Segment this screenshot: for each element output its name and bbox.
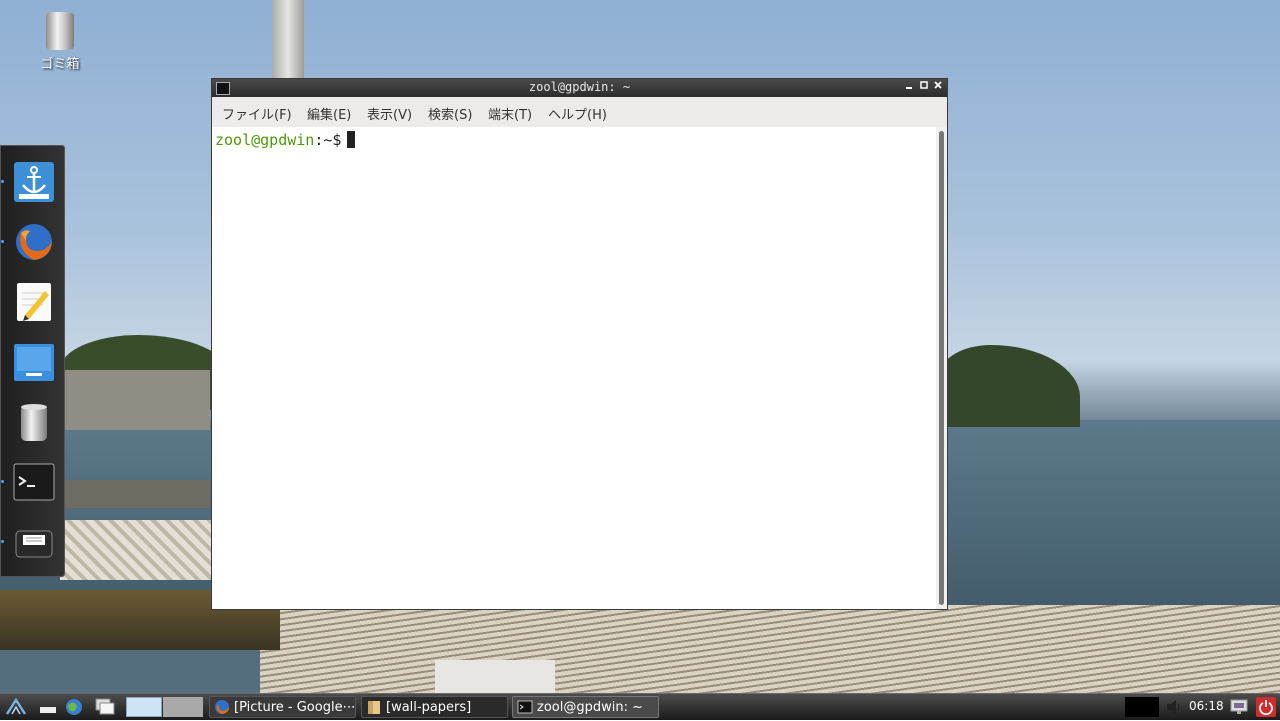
minimize-button[interactable]	[902, 80, 916, 95]
prompt-suffix: :~$	[314, 131, 342, 149]
web-browser-launcher[interactable]	[63, 697, 85, 717]
menu-help[interactable]: ヘルプ(H)	[548, 104, 607, 123]
wallpaper-roof	[260, 605, 1280, 700]
prompt-user-host: zool@gpdwin	[215, 131, 315, 149]
task-file-manager-label: [wall-papers]	[386, 700, 472, 715]
terminal-icon	[13, 463, 55, 501]
trash-icon	[21, 404, 47, 441]
dock-item-text-editor[interactable]	[13, 281, 55, 323]
task-terminal[interactable]: zool@gpdwin: ~	[512, 696, 659, 718]
window-icon	[14, 344, 54, 381]
wallpaper-roof-left	[60, 520, 220, 580]
windows-icon	[95, 698, 115, 715]
clock[interactable]: 06:18	[1189, 699, 1224, 713]
menu-view[interactable]: 表示(V)	[367, 104, 412, 123]
task-browser-label: [Picture - Google⋯	[234, 700, 356, 715]
desktop-trash[interactable]: ゴミ箱	[28, 12, 92, 72]
task-terminal-label: zool@gpdwin: ~	[537, 700, 643, 715]
maximize-icon	[920, 81, 928, 89]
close-icon	[934, 81, 942, 89]
task-browser[interactable]: [Picture - Google⋯	[209, 696, 356, 718]
folder-icon	[368, 701, 380, 714]
minimize-icon	[906, 87, 912, 89]
firefox-icon	[16, 224, 52, 260]
running-indicator	[1, 480, 4, 483]
taskbar: [Picture - Google⋯ [wall-papers] zool@gp…	[0, 693, 1280, 720]
dock-item-terminal[interactable]	[1, 461, 55, 503]
wallpaper-hill-right	[940, 345, 1080, 427]
menu-bar: ファイル(F) 編集(E) 表示(V) 検索(S) 端末(T) ヘルプ(H)	[212, 97, 947, 128]
text-editor-icon	[17, 283, 51, 321]
menu-search[interactable]: 検索(S)	[428, 104, 472, 123]
shell-prompt: zool@gpdwin:~$	[215, 131, 356, 149]
dock-item-window[interactable]	[13, 341, 55, 383]
wallpaper-town	[60, 370, 210, 430]
speaker-icon	[1167, 700, 1180, 714]
firefox-icon	[215, 700, 229, 714]
dock-item-printer[interactable]	[1, 521, 55, 563]
start-menu-button[interactable]	[4, 697, 30, 717]
terminal-area[interactable]: zool@gpdwin:~$	[212, 127, 936, 609]
menu-terminal[interactable]: 端末(T)	[488, 104, 532, 123]
wallpaper-pole	[272, 0, 304, 78]
workspace-1[interactable]	[126, 697, 162, 717]
menu-edit[interactable]: 編集(E)	[307, 104, 351, 123]
dock-item-trash[interactable]	[13, 401, 55, 443]
start-menu-icon	[5, 697, 27, 715]
window-titlebar[interactable]: zool@gpdwin: ~	[212, 79, 947, 97]
trash-icon	[46, 12, 74, 50]
wallpaper-breakwater	[60, 480, 210, 508]
network-icon	[1230, 699, 1248, 714]
volume-button[interactable]	[1164, 697, 1184, 717]
anchor-launcher-icon	[14, 162, 54, 202]
running-indicator	[1, 240, 4, 243]
menu-file[interactable]: ファイル(F)	[222, 104, 292, 123]
cpu-monitor[interactable]	[1125, 697, 1159, 717]
desktop-trash-label: ゴミ箱	[40, 57, 80, 72]
printer-icon	[15, 530, 53, 558]
terminal-icon	[517, 700, 533, 714]
close-button[interactable]	[931, 80, 945, 95]
window-title: zool@gpdwin: ~	[528, 80, 631, 94]
dock-item-anchor[interactable]	[1, 161, 55, 203]
scrollbar-thumb[interactable]	[939, 131, 944, 605]
terminal-scrollbar[interactable]	[936, 127, 947, 609]
dock-item-firefox[interactable]	[1, 221, 55, 263]
workspace-2[interactable]	[163, 697, 203, 717]
maximize-button[interactable]	[917, 80, 931, 95]
globe-icon	[66, 699, 82, 715]
power-button[interactable]	[1256, 697, 1276, 717]
network-button[interactable]	[1228, 697, 1250, 717]
window-list-button[interactable]	[92, 697, 118, 717]
task-file-manager[interactable]: [wall-papers]	[361, 696, 508, 718]
text-cursor	[347, 131, 356, 148]
power-icon	[1259, 700, 1273, 716]
running-indicator	[1, 540, 4, 543]
show-desktop-icon	[40, 707, 56, 713]
show-desktop-button[interactable]	[38, 697, 58, 717]
dock	[0, 145, 65, 577]
terminal-window: zool@gpdwin: ~ ファイル(F) 編集(E) 表示(V) 検索(S)…	[211, 78, 948, 610]
running-indicator	[1, 180, 4, 183]
